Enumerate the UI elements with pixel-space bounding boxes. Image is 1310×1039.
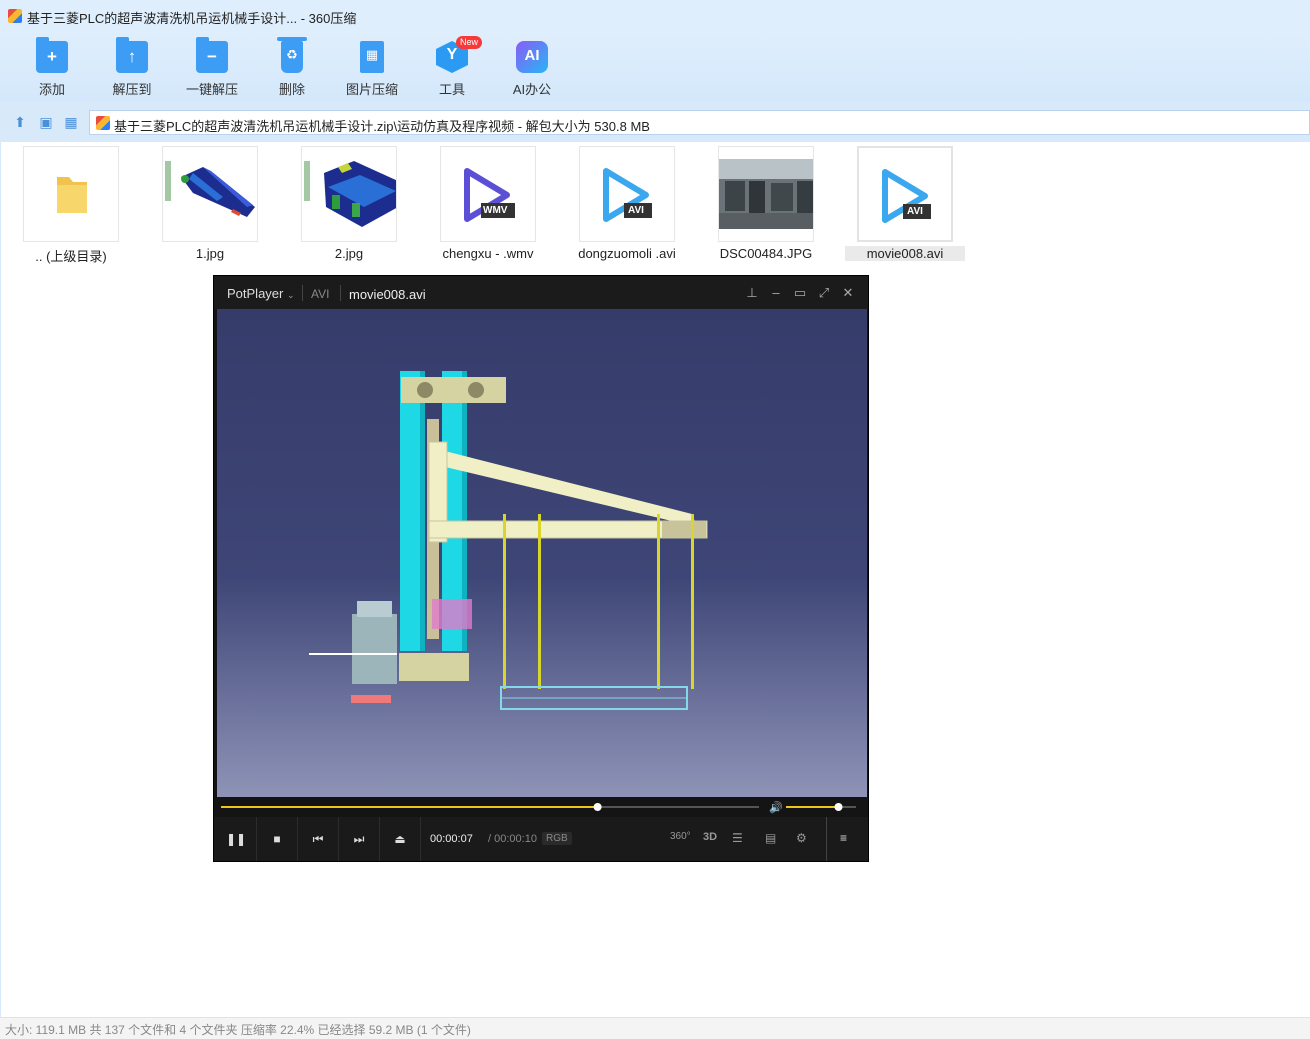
separator <box>340 285 341 301</box>
add-label: 添加 <box>38 82 65 97</box>
toolbar: + 添加 ↑ 解压到 − 一键解压 ♻ 删除 ▦ 图片压缩 Y New 工具 A… <box>0 32 1310 102</box>
zip-file-icon <box>96 116 110 130</box>
tools-button[interactable]: Y New 工具 <box>412 36 492 98</box>
robot-arm-simulation <box>309 371 708 710</box>
3d-icon[interactable]: 3D <box>703 831 717 843</box>
video-file-icon: AVI <box>579 146 675 242</box>
seek-handle[interactable] <box>593 803 602 811</box>
avi-badge: AVI <box>628 205 644 216</box>
delete-icon: ♻ <box>277 37 307 73</box>
image-compress-label: 图片压缩 <box>345 82 398 97</box>
navigation-bar: ⬆ ▣ ▦ 基于三菱PLC的超声波清洗机吊运机械手设计.zip\运动仿真及程序视… <box>0 102 1310 142</box>
status-bar: 大小: 119.1 MB 共 137 个文件和 4 个文件夹 压缩率 22.4%… <box>0 1017 1310 1039</box>
color-mode-badge[interactable]: RGB <box>542 832 572 845</box>
volume-level <box>786 806 839 808</box>
vr-360-icon[interactable]: 360° <box>670 831 691 842</box>
new-badge: New <box>456 36 483 49</box>
file-item-2-jpg[interactable]: 2.jpg <box>289 146 409 266</box>
one-click-extract-icon: − <box>196 37 228 73</box>
potplayer-window[interactable]: PotPlayer ⌄ AVI movie008.avi ⊥ – ▭ ⤢ ✕ 🔊… <box>213 275 869 862</box>
separator <box>826 817 827 861</box>
video-file-icon: WMV <box>440 146 536 242</box>
video-file-icon: AVI <box>857 146 953 242</box>
delete-label: 删除 <box>278 82 305 97</box>
file-item-chengxu-wmv[interactable]: WMV chengxu - .wmv <box>428 146 548 266</box>
video-frame[interactable] <box>217 309 867 797</box>
maximize-icon[interactable]: ▭ <box>792 285 808 301</box>
up-arrow-icon[interactable]: ⬆ <box>12 114 28 130</box>
one-click-extract-button[interactable]: − 一键解压 <box>172 37 252 98</box>
avi-badge: AVI <box>907 206 923 217</box>
stop-icon[interactable]: ■ <box>257 817 298 861</box>
minimize-icon[interactable]: – <box>768 285 784 300</box>
file-item-parent-folder[interactable]: .. (上级目录) <box>11 146 131 266</box>
close-icon[interactable]: ✕ <box>840 285 856 301</box>
seek-area: 🔊 <box>214 797 868 817</box>
extract-to-button[interactable]: ↑ 解压到 <box>92 37 172 98</box>
pause-icon[interactable]: ❚❚ <box>216 817 257 861</box>
file-name: 2.jpg <box>334 246 364 261</box>
window-title: 基于三菱PLC的超声波清洗机吊运机械手设计... - 360压缩 <box>27 11 357 26</box>
file-name: chengxu - .wmv <box>442 246 534 261</box>
add-icon: + <box>36 37 68 73</box>
previous-icon[interactable]: ⏮ <box>298 817 339 861</box>
delete-button[interactable]: ♻ 删除 <box>252 37 332 98</box>
title-bar: 基于三菱PLC的超声波清洗机吊运机械手设计... - 360压缩 <box>0 0 1310 32</box>
photo-thumbnail <box>718 146 814 242</box>
file-item-dsc00484-jpg[interactable]: DSC00484.JPG <box>706 146 826 266</box>
extract-to-label: 解压到 <box>112 82 152 97</box>
subtitle-icon[interactable]: ▤ <box>765 831 776 845</box>
format-label: AVI <box>311 287 330 301</box>
add-button[interactable]: + 添加 <box>12 37 92 98</box>
seek-progress <box>221 806 598 808</box>
view-details-icon[interactable]: ▣ <box>38 114 54 130</box>
address-path: 基于三菱PLC的超声波清洗机吊运机械手设计.zip\运动仿真及程序视频 - 解包… <box>114 119 650 134</box>
status-text: 大小: 119.1 MB 共 137 个文件和 4 个文件夹 压缩率 22.4%… <box>5 1023 471 1037</box>
gear-icon[interactable]: ⚙ <box>796 831 807 845</box>
file-item-movie008-avi[interactable]: AVI movie008.avi <box>845 146 965 266</box>
tools-label: 工具 <box>438 82 465 97</box>
image-compress-button[interactable]: ▦ 图片压缩 <box>332 38 412 98</box>
file-name: .. (上级目录) <box>35 249 107 264</box>
file-name: DSC00484.JPG <box>719 246 813 261</box>
extract-to-icon: ↑ <box>116 37 148 73</box>
image-thumbnail <box>162 146 258 242</box>
potplayer-menu-button[interactable]: PotPlayer ⌄ <box>227 286 295 301</box>
image-thumbnail <box>301 146 397 242</box>
eject-icon[interactable]: ⏏ <box>380 817 421 861</box>
total-time: / 00:00:10 <box>488 833 537 845</box>
current-time: 00:00:07 <box>430 833 473 845</box>
menu-icon[interactable]: ≡ <box>840 831 847 845</box>
next-icon[interactable]: ⏭ <box>339 817 380 861</box>
address-bar[interactable]: 基于三菱PLC的超声波清洗机吊运机械手设计.zip\运动仿真及程序视频 - 解包… <box>89 110 1310 135</box>
ai-office-label: AI办公 <box>512 82 552 97</box>
file-name: movie008.avi <box>845 246 965 261</box>
folder-icon <box>23 146 119 242</box>
ai-office-button[interactable]: AI AI办公 <box>492 38 572 98</box>
one-click-extract-label: 一键解压 <box>185 82 238 97</box>
view-grid-icon[interactable]: ▦ <box>63 114 79 130</box>
image-compress-icon: ▦ <box>360 41 384 73</box>
file-item-dongzuomoli-avi[interactable]: AVI dongzuomoli .avi <box>567 146 687 266</box>
app-logo-icon <box>8 9 22 23</box>
separator <box>302 285 303 301</box>
player-controls: ❚❚ ■ ⏮ ⏭ ⏏ 00:00:07 / 00:00:10 RGB 360° … <box>214 817 868 861</box>
file-name: dongzuomoli .avi <box>578 246 676 261</box>
wmv-badge: WMV <box>483 205 508 216</box>
player-file-name: movie008.avi <box>349 287 426 302</box>
file-item-1-jpg[interactable]: 1.jpg <box>150 146 270 266</box>
ai-office-icon: AI <box>516 41 548 73</box>
file-name: 1.jpg <box>195 246 225 261</box>
volume-icon[interactable]: 🔊 <box>769 800 783 814</box>
pin-icon[interactable]: ⊥ <box>744 285 760 301</box>
fullscreen-icon[interactable]: ⤢ <box>816 285 832 301</box>
search-list-icon[interactable]: ☰ <box>732 831 743 845</box>
player-title-bar[interactable]: PotPlayer ⌄ AVI movie008.avi ⊥ – ▭ ⤢ ✕ <box>214 276 868 309</box>
volume-handle[interactable] <box>834 803 843 811</box>
